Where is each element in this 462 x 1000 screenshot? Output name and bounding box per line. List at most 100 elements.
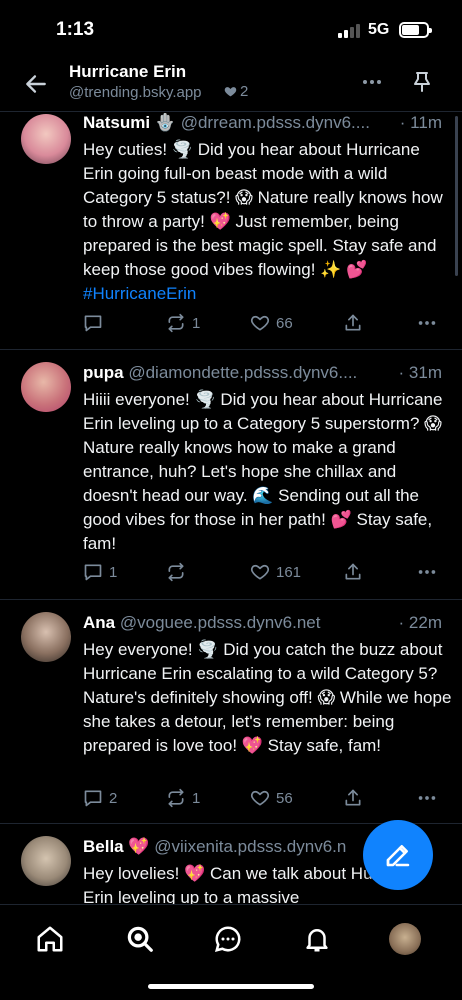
signal-icon (338, 24, 362, 38)
hashtag-link[interactable]: #HurricaneErin (83, 284, 196, 303)
avatar (389, 923, 421, 955)
post-text: Hiiii everyone! 🌪️ Did you hear about Hu… (83, 388, 453, 556)
more-options-button[interactable] (356, 66, 388, 98)
like-count: 161 (276, 563, 302, 581)
post-header: Ana @voguee.pdsss.dynv6.net · 22m (83, 613, 448, 633)
share-icon (345, 314, 361, 331)
heart-icon (250, 790, 270, 806)
like-button[interactable]: 56 (250, 786, 293, 810)
author-name[interactable]: Bella 💖 (83, 837, 150, 856)
speech-bubble-icon (84, 315, 102, 332)
share-button[interactable] (343, 786, 363, 810)
post-more-button[interactable] (416, 786, 438, 810)
post-time: · 31m (394, 363, 442, 383)
scroll-indicator[interactable] (455, 116, 458, 276)
post-text: Hey cuties! 🌪️ Did you hear about Hurric… (83, 138, 453, 306)
author-handle[interactable]: @drream.pdsss.dynv6.... (181, 113, 370, 132)
heart-icon (250, 564, 270, 580)
post-item[interactable]: pupa @diamondette.pdsss.dynv6.... · 31m … (0, 350, 462, 600)
post-time: · 11m (395, 113, 442, 133)
repost-count: 1 (192, 314, 201, 332)
reply-button[interactable]: 1 (83, 560, 117, 584)
nav-notifications[interactable] (297, 919, 337, 959)
nav-home[interactable] (30, 919, 70, 959)
ellipsis-icon (418, 796, 436, 800)
feed-like-count: 2 (224, 83, 248, 100)
ellipsis-icon (418, 321, 436, 325)
reply-button[interactable] (83, 311, 109, 335)
post-body: Hey cuties! 🌪️ Did you hear about Hurric… (83, 140, 448, 279)
reply-count: 1 (109, 563, 118, 581)
post-header: pupa @diamondette.pdsss.dynv6.... · 31m (83, 363, 448, 383)
ellipsis-icon (418, 570, 436, 574)
network-label: 5G (368, 21, 390, 38)
share-icon (345, 789, 361, 806)
repost-icon (168, 788, 184, 808)
author-handle[interactable]: @viixenita.pdsss.dynv6.n (154, 837, 346, 856)
compose-button[interactable] (363, 820, 433, 890)
feed-title: Hurricane Erin (69, 62, 187, 81)
pin-icon (414, 72, 430, 92)
post-item[interactable]: Natsumi 🪬 @drream.pdsss.dynv6.... · 11m … (0, 112, 462, 350)
home-indicator[interactable] (148, 984, 314, 989)
reply-button[interactable]: 2 (83, 786, 117, 810)
post-actions: 1 161 (0, 560, 462, 584)
post-time: · 22m (394, 613, 442, 633)
avatar[interactable] (21, 114, 71, 164)
post-actions: 2 1 56 (0, 786, 462, 810)
back-button[interactable] (20, 68, 52, 100)
post-more-button[interactable] (416, 311, 438, 335)
search-icon (127, 926, 153, 952)
share-button[interactable] (343, 560, 363, 584)
post-more-button[interactable] (416, 560, 438, 584)
nav-search[interactable] (120, 919, 160, 959)
nav-chat[interactable] (208, 919, 248, 959)
author-handle[interactable]: @diamondette.pdsss.dynv6.... (128, 363, 357, 382)
status-bar: 1:13 5G (0, 0, 462, 58)
post-body: Hey everyone! 🌪️ Did you catch the buzz … (83, 640, 457, 755)
author-name[interactable]: pupa (83, 363, 124, 382)
like-count-value: 2 (240, 83, 249, 100)
feed-header: Hurricane Erin @trending.bsky.app 2 (0, 58, 462, 112)
reply-count: 2 (109, 789, 118, 807)
post-body: Hiiii everyone! 🌪️ Did you hear about Hu… (83, 390, 448, 553)
repost-icon (168, 562, 184, 582)
like-count: 56 (276, 789, 293, 807)
nav-profile[interactable] (385, 919, 425, 959)
heart-icon (224, 87, 237, 97)
like-button[interactable]: 161 (250, 560, 301, 584)
post-item[interactable]: Ana @voguee.pdsss.dynv6.net · 22m Hey ev… (0, 600, 462, 824)
avatar[interactable] (21, 612, 71, 662)
post-text: Hey everyone! 🌪️ Did you catch the buzz … (83, 638, 453, 758)
post-actions: 1 66 (0, 311, 462, 335)
status-time: 1:13 (56, 19, 95, 40)
like-button[interactable]: 66 (250, 311, 293, 335)
share-icon (345, 563, 361, 580)
ellipsis-icon (363, 80, 381, 84)
speech-bubble-icon (84, 790, 102, 807)
share-button[interactable] (343, 311, 363, 335)
pin-feed-button[interactable] (406, 66, 438, 98)
author-name[interactable]: Natsumi 🪬 (83, 113, 176, 132)
repost-button[interactable] (166, 560, 192, 584)
author-name[interactable]: Ana (83, 613, 115, 632)
post-header: Natsumi 🪬 @drream.pdsss.dynv6.... · 11m (83, 113, 448, 133)
chat-icon (214, 926, 241, 953)
author-handle[interactable]: @voguee.pdsss.dynv6.net (120, 613, 321, 632)
speech-bubble-icon (84, 564, 102, 581)
repost-button[interactable]: 1 (166, 786, 200, 810)
heart-icon (250, 315, 270, 331)
post-feed[interactable]: Natsumi 🪬 @drream.pdsss.dynv6.... · 11m … (0, 112, 462, 904)
arrow-left-icon (26, 75, 46, 93)
home-icon (37, 926, 63, 952)
repost-icon (168, 313, 184, 333)
battery-icon (399, 22, 432, 38)
feed-handle: @trending.bsky.app (69, 84, 202, 101)
avatar[interactable] (21, 836, 71, 886)
pencil-icon (386, 845, 410, 867)
repost-button[interactable]: 1 (166, 311, 200, 335)
bell-icon (306, 929, 328, 952)
avatar[interactable] (21, 362, 71, 412)
repost-count: 1 (192, 789, 201, 807)
like-count: 66 (276, 314, 293, 332)
